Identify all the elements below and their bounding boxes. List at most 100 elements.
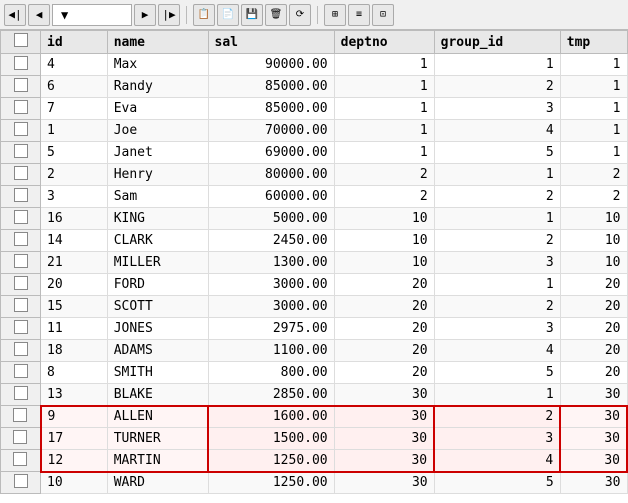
cell-group_id[interactable]: 2 [434,186,560,208]
cell-tmp[interactable]: 30 [560,384,627,406]
cell-name[interactable]: FORD [107,274,208,296]
cell-id[interactable]: 18 [41,340,108,362]
cell-deptno[interactable]: 1 [334,120,434,142]
cell-id[interactable]: 15 [41,296,108,318]
cell-group_id[interactable]: 4 [434,340,560,362]
table-row[interactable]: 16KING5000.0010110 [1,208,628,230]
cell-tmp[interactable]: 20 [560,296,627,318]
cell-tmp[interactable]: 10 [560,230,627,252]
cell-id[interactable]: 7 [41,98,108,120]
table-row[interactable]: 4Max90000.00111 [1,54,628,76]
select-all-header[interactable] [1,31,41,54]
table-row[interactable]: 6Randy85000.00121 [1,76,628,98]
cell-sal[interactable]: 2850.00 [208,384,334,406]
cell-sal[interactable]: 5000.00 [208,208,334,230]
cell-name[interactable]: WARD [107,472,208,494]
cell-group_id[interactable]: 1 [434,208,560,230]
cell-name[interactable]: Joe [107,120,208,142]
cell-sal[interactable]: 2450.00 [208,230,334,252]
cell-name[interactable]: SCOTT [107,296,208,318]
cell-id[interactable]: 8 [41,362,108,384]
cell-sal[interactable]: 1100.00 [208,340,334,362]
table-row[interactable]: 9ALLEN1600.0030230 [1,406,628,428]
col-id[interactable]: id [41,31,108,54]
table-row[interactable]: 5Janet69000.00151 [1,142,628,164]
save-btn[interactable]: 💾 [241,4,263,26]
delete-btn[interactable]: 🗑 [265,4,287,26]
next-btn[interactable]: ▶ [134,4,156,26]
cell-tmp[interactable]: 2 [560,164,627,186]
cell-tmp[interactable]: 30 [560,428,627,450]
cell-tmp[interactable]: 30 [560,472,627,494]
col-name[interactable]: name [107,31,208,54]
cell-sal[interactable]: 1300.00 [208,252,334,274]
cell-group_id[interactable]: 5 [434,142,560,164]
cell-group_id[interactable]: 3 [434,98,560,120]
cell-tmp[interactable]: 10 [560,252,627,274]
cell-name[interactable]: Max [107,54,208,76]
row-checkbox[interactable] [14,122,28,136]
cell-tmp[interactable]: 20 [560,318,627,340]
cell-deptno[interactable]: 10 [334,252,434,274]
first-btn[interactable]: ◀| [4,4,26,26]
cell-id[interactable]: 3 [41,186,108,208]
cell-group_id[interactable]: 4 [434,120,560,142]
table-row[interactable]: 15SCOTT3000.0020220 [1,296,628,318]
list-view-btn[interactable]: ≡ [348,4,370,26]
cell-deptno[interactable]: 10 [334,230,434,252]
cell-deptno[interactable]: 1 [334,142,434,164]
cell-group_id[interactable]: 2 [434,76,560,98]
row-checkbox[interactable] [13,408,27,422]
cell-tmp[interactable]: 20 [560,362,627,384]
cell-deptno[interactable]: 20 [334,274,434,296]
row-checkbox[interactable] [14,56,28,70]
cell-group_id[interactable]: 3 [434,252,560,274]
cell-id[interactable]: 14 [41,230,108,252]
cell-name[interactable]: KING [107,208,208,230]
col-deptno[interactable]: deptno [334,31,434,54]
table-row[interactable]: 20FORD3000.0020120 [1,274,628,296]
cell-tmp[interactable]: 30 [560,406,627,428]
cell-deptno[interactable]: 20 [334,318,434,340]
cell-deptno[interactable]: 1 [334,76,434,98]
cell-group_id[interactable]: 1 [434,54,560,76]
cell-group_id[interactable]: 1 [434,274,560,296]
table-row[interactable]: 2Henry80000.00212 [1,164,628,186]
cell-tmp[interactable]: 1 [560,98,627,120]
cell-group_id[interactable]: 1 [434,384,560,406]
cell-name[interactable]: BLAKE [107,384,208,406]
table-row[interactable]: 12MARTIN1250.0030430 [1,450,628,472]
cell-name[interactable]: Sam [107,186,208,208]
cell-tmp[interactable]: 10 [560,208,627,230]
table-row[interactable]: 18ADAMS1100.0020420 [1,340,628,362]
cell-group_id[interactable]: 3 [434,318,560,340]
cell-tmp[interactable]: 30 [560,450,627,472]
cell-name[interactable]: Randy [107,76,208,98]
copy-btn[interactable]: 📋 [193,4,215,26]
cell-id[interactable]: 4 [41,54,108,76]
cell-tmp[interactable]: 1 [560,76,627,98]
cell-id[interactable]: 21 [41,252,108,274]
cell-id[interactable]: 6 [41,76,108,98]
table-row[interactable]: 3Sam60000.00222 [1,186,628,208]
cell-deptno[interactable]: 30 [334,384,434,406]
cell-name[interactable]: ADAMS [107,340,208,362]
cell-deptno[interactable]: 10 [334,208,434,230]
cell-sal[interactable]: 3000.00 [208,274,334,296]
col-tmp[interactable]: tmp [560,31,627,54]
cell-name[interactable]: SMITH [107,362,208,384]
row-checkbox[interactable] [14,210,28,224]
cell-tmp[interactable]: 1 [560,120,627,142]
cell-name[interactable]: Henry [107,164,208,186]
cell-tmp[interactable]: 20 [560,274,627,296]
cell-tmp[interactable]: 1 [560,54,627,76]
cell-id[interactable]: 16 [41,208,108,230]
cell-name[interactable]: MARTIN [107,450,208,472]
table-row[interactable]: 17TURNER1500.0030330 [1,428,628,450]
readonly-indicator[interactable]: ▼ [52,4,132,26]
cell-deptno[interactable]: 20 [334,340,434,362]
row-checkbox[interactable] [14,320,28,334]
row-checkbox[interactable] [14,342,28,356]
cell-id[interactable]: 9 [41,406,108,428]
table-row[interactable]: 11JONES2975.0020320 [1,318,628,340]
